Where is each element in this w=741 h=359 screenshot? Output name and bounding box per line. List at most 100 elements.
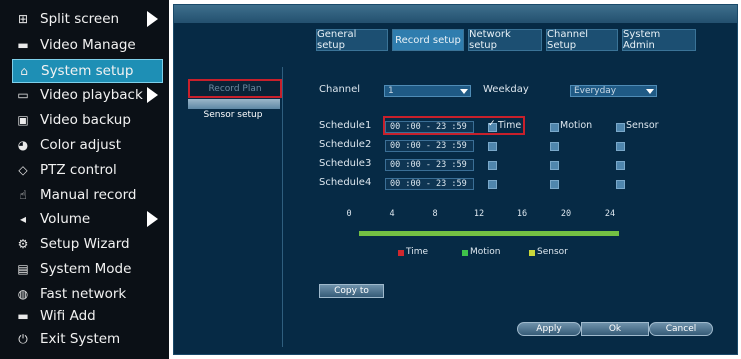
tab-general-setup[interactable]: General setup xyxy=(316,29,388,51)
document-icon: ▤ xyxy=(17,262,29,276)
time-checkbox[interactable] xyxy=(488,180,497,189)
system-setup-window: General setup Record setup Network setup… xyxy=(173,4,738,355)
wifi-camera-icon: ▬ xyxy=(17,309,29,323)
check-icon: ✓ xyxy=(488,119,496,129)
channel-label: Channel xyxy=(319,84,361,95)
schedule-time-range[interactable]: 00 :00 - 23 :59 xyxy=(385,159,474,171)
speaker-icon: ◂ xyxy=(19,212,27,226)
ok-button[interactable]: Ok xyxy=(581,322,649,336)
weekday-value: Everyday xyxy=(574,86,617,96)
menu-item-label: Exit System xyxy=(40,331,121,347)
menu-item-label: Split screen xyxy=(40,11,120,27)
menu-item-system-setup[interactable]: ⌂ System setup xyxy=(12,59,163,83)
tab-system-admin[interactable]: System Admin xyxy=(622,29,696,51)
time-checkbox[interactable]: ✓ xyxy=(488,119,497,132)
sensor-legend-swatch xyxy=(529,250,535,256)
menu-item-label: Color adjust xyxy=(40,137,122,153)
schedule-time-range[interactable]: 00 :00 - 23 :59 xyxy=(385,140,474,152)
timeline-tick-label: 4 xyxy=(389,209,395,219)
palette-icon: ◕ xyxy=(17,138,29,152)
menu-item-label: Video playback xyxy=(40,87,143,103)
channel-value: 1 xyxy=(388,86,394,96)
sidebar-item-sensor-setup[interactable]: Sensor setup xyxy=(188,107,278,122)
motion-checkbox-label: Motion xyxy=(560,120,593,131)
menu-item-video-playback[interactable]: ▭ Video playback xyxy=(12,84,162,106)
menu-item-video-manage[interactable]: ▬ Video Manage xyxy=(12,34,162,56)
timeline-tick-label: 24 xyxy=(604,209,616,219)
tab-channel-setup[interactable]: Channel Setup xyxy=(546,29,618,51)
ptz-icon: ◇ xyxy=(18,163,28,177)
menu-item-fast-network[interactable]: ◍ Fast network xyxy=(12,283,162,305)
menu-item-system-mode[interactable]: ▤ System Mode xyxy=(12,258,162,280)
record-setup-sidebar: Record Plan Sensor setup xyxy=(186,67,283,347)
motion-checkbox[interactable] xyxy=(550,123,559,132)
schedule-time-range[interactable]: 00 :00 - 23 :59 xyxy=(385,178,474,190)
time-legend-swatch xyxy=(398,250,404,256)
chevron-down-icon xyxy=(646,89,654,94)
copy-to-button[interactable]: Copy to xyxy=(319,284,384,298)
menu-item-color-adjust[interactable]: ◕ Color adjust xyxy=(12,134,162,156)
schedule-time-range[interactable]: 00 :00 - 23 :59 xyxy=(385,121,474,133)
menu-item-label: Setup Wizard xyxy=(40,236,130,252)
menu-item-split-screen[interactable]: ⊞ Split screen xyxy=(12,8,162,30)
menu-item-manual-record[interactable]: ☝ Manual record xyxy=(12,184,162,206)
legend-label: Time xyxy=(406,247,429,257)
weekday-label: Weekday xyxy=(483,84,529,95)
hand-icon: ☝ xyxy=(19,188,27,202)
sidebar-item-record-plan[interactable]: Record Plan xyxy=(188,79,282,98)
tab-record-setup[interactable]: Record setup xyxy=(392,29,464,51)
menu-item-wifi-add[interactable]: ▬ Wifi Add xyxy=(12,305,162,327)
timeline-tick-label: 20 xyxy=(560,209,572,219)
time-checkbox[interactable] xyxy=(488,142,497,151)
menu-item-label: System setup xyxy=(41,63,134,79)
timeline-tick-label: 16 xyxy=(516,209,528,219)
motion-checkbox[interactable] xyxy=(550,142,559,151)
menu-item-label: Video Manage xyxy=(40,37,136,53)
submenu-arrow-icon xyxy=(147,211,158,227)
weekday-select[interactable]: Everyday xyxy=(570,85,657,97)
timeline-tick-label: 0 xyxy=(346,209,352,219)
camera-icon: ▬ xyxy=(17,38,29,52)
main-menu: ⊞ Split screen ▬ Video Manage ⌂ System setup ▭… xyxy=(0,0,169,359)
menu-item-video-backup[interactable]: ▣ Video backup xyxy=(12,109,162,131)
time-checkbox[interactable] xyxy=(488,161,497,170)
legend-label: Motion xyxy=(470,247,501,257)
sensor-checkbox[interactable] xyxy=(616,142,625,151)
sensor-checkbox-label: Sensor xyxy=(626,120,659,131)
schedule-label: Schedule2 xyxy=(319,139,372,150)
motion-legend-swatch xyxy=(462,250,468,256)
menu-item-label: Fast network xyxy=(40,286,127,302)
sensor-checkbox[interactable] xyxy=(616,180,625,189)
time-checkbox-label: Time xyxy=(498,120,522,131)
schedule-label: Schedule4 xyxy=(319,177,372,188)
wizard-icon: ⚙ xyxy=(17,237,29,251)
menu-item-label: Video backup xyxy=(40,112,131,128)
timeline-tick-label: 12 xyxy=(473,209,485,219)
timeline-tick-label: 8 xyxy=(432,209,438,219)
motion-checkbox[interactable] xyxy=(550,180,559,189)
menu-item-label: System Mode xyxy=(40,261,132,277)
menu-item-label: Wifi Add xyxy=(40,308,96,324)
tab-network-setup[interactable]: Network setup xyxy=(468,29,542,51)
menu-item-setup-wizard[interactable]: ⚙ Setup Wizard xyxy=(12,233,162,255)
apply-button[interactable]: Apply xyxy=(517,322,581,336)
window-title-bar xyxy=(174,5,737,23)
menu-item-volume[interactable]: ◂ Volume xyxy=(12,208,162,230)
globe-icon: ◍ xyxy=(17,287,29,301)
menu-item-label: Volume xyxy=(40,211,91,227)
sensor-checkbox[interactable] xyxy=(616,161,625,170)
chevron-down-icon xyxy=(460,89,468,94)
playback-icon: ▭ xyxy=(17,88,29,102)
menu-item-exit-system[interactable]: ⏻ Exit System xyxy=(12,328,162,350)
menu-item-ptz-control[interactable]: ◇ PTZ control xyxy=(12,159,162,181)
power-icon: ⏻ xyxy=(18,331,28,346)
legend-label: Sensor xyxy=(537,247,568,257)
cancel-button[interactable]: Cancel xyxy=(649,322,713,336)
channel-select[interactable]: 1 xyxy=(384,85,471,97)
motion-checkbox[interactable] xyxy=(550,161,559,170)
sensor-checkbox[interactable] xyxy=(616,123,625,132)
home-icon: ⌂ xyxy=(20,64,28,78)
save-icon: ▣ xyxy=(17,113,29,127)
schedule-label: Schedule1 xyxy=(319,120,372,131)
submenu-arrow-icon xyxy=(147,11,158,27)
